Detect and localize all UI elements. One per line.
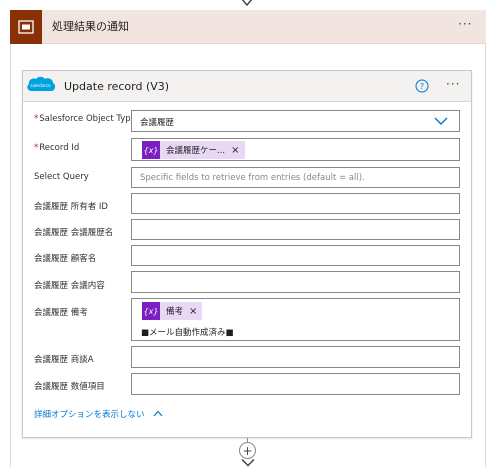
scope-icon bbox=[10, 10, 42, 44]
number-item-label: 会議履歴 数値項目 bbox=[34, 382, 105, 392]
arrow-down-icon bbox=[241, 459, 255, 467]
chevron-up-icon bbox=[153, 410, 163, 417]
add-step-button[interactable]: + bbox=[239, 442, 256, 459]
select-query-label: Select Query bbox=[34, 172, 89, 182]
record-id-label: *Record Id bbox=[34, 143, 79, 153]
token-label: 備考 bbox=[166, 307, 184, 317]
action-title: Update record (V3) bbox=[64, 80, 170, 93]
token-remove-icon[interactable]: × bbox=[231, 145, 244, 156]
notes-input[interactable]: {x} 備考 × ■メール自動作成済み■ bbox=[131, 298, 460, 341]
customer-input[interactable] bbox=[131, 245, 460, 266]
notes-value: ■メール自動作成済み■ bbox=[141, 328, 234, 338]
object-type-value: 会議履歴 bbox=[140, 118, 175, 128]
salesforce-logo-text: salesforce bbox=[30, 83, 51, 88]
content-input[interactable] bbox=[131, 271, 460, 293]
required-mark: * bbox=[34, 143, 39, 153]
required-mark: * bbox=[34, 114, 39, 124]
scope-title: 処理結果の通知 bbox=[52, 20, 129, 33]
name-label: 会議履歴 会議履歴名 bbox=[34, 228, 114, 238]
deal-input[interactable] bbox=[131, 346, 460, 368]
select-query-input[interactable]: Specific fields to retrieve from entries… bbox=[131, 167, 460, 188]
scope-frame-icon bbox=[18, 20, 34, 34]
action-more-button[interactable]: ··· bbox=[446, 77, 460, 91]
number-item-input[interactable] bbox=[131, 373, 460, 395]
object-type-label: *Salesforce Object Type bbox=[34, 114, 136, 124]
customer-label: 会議履歴 顧客名 bbox=[34, 254, 97, 264]
salesforce-logo-icon: salesforce bbox=[27, 76, 56, 91]
variable-icon: {x} bbox=[142, 302, 160, 320]
name-input[interactable] bbox=[131, 219, 460, 240]
arrow-down-icon bbox=[241, 0, 253, 7]
object-type-dropdown[interactable]: 会議履歴 bbox=[131, 110, 460, 132]
select-query-placeholder: Specific fields to retrieve from entries… bbox=[140, 173, 365, 183]
content-label: 会議履歴 会議内容 bbox=[34, 281, 105, 291]
chevron-down-icon bbox=[434, 117, 448, 125]
hide-advanced-options-link[interactable]: 詳細オプションを表示しない bbox=[34, 408, 163, 420]
record-id-label-text: Record Id bbox=[39, 143, 80, 153]
scope-more-button[interactable]: ··· bbox=[458, 17, 472, 31]
notes-label: 会議履歴 備考 bbox=[34, 308, 88, 318]
record-id-token[interactable]: {x} 会議履歴ケー... × bbox=[142, 141, 245, 159]
help-icon-glyph: ? bbox=[420, 82, 424, 91]
deal-label: 会議履歴 商談A bbox=[34, 355, 94, 365]
record-id-field[interactable]: {x} 会議履歴ケー... × bbox=[131, 138, 460, 161]
owner-id-input[interactable] bbox=[131, 193, 460, 214]
owner-id-label: 会議履歴 所有者 ID bbox=[34, 202, 108, 212]
object-type-label-text: Salesforce Object Type bbox=[39, 114, 136, 124]
token-label: 会議履歴ケー... bbox=[166, 146, 226, 156]
notes-token[interactable]: {x} 備考 × bbox=[142, 302, 203, 320]
help-icon[interactable]: ? bbox=[415, 79, 429, 93]
token-remove-icon[interactable]: × bbox=[189, 306, 202, 317]
variable-icon: {x} bbox=[142, 141, 160, 159]
hide-advanced-options-label: 詳細オプションを表示しない bbox=[34, 410, 145, 420]
